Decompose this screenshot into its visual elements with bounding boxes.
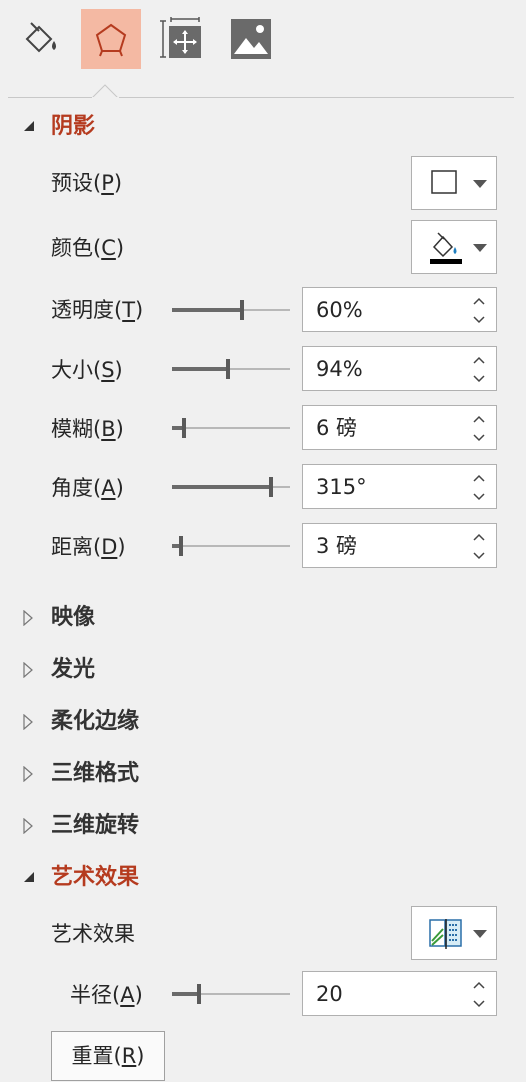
section-title: 三维格式 (51, 761, 140, 786)
blur-label: 模糊(B) (51, 417, 124, 441)
radius-slider[interactable] (172, 984, 290, 1004)
distance-spinner[interactable]: 3 磅 (302, 523, 497, 568)
spin-up-icon[interactable] (472, 980, 486, 990)
spin-up-icon[interactable] (472, 296, 486, 306)
radius-label: 半径(A) (70, 983, 143, 1007)
size-value[interactable]: 94% (316, 355, 363, 383)
collapsed-arrow-icon (23, 662, 33, 678)
section-title: 阴影 (51, 114, 96, 139)
size-slider[interactable] (172, 359, 290, 379)
effects-icon (95, 23, 127, 57)
distance-value[interactable]: 3 磅 (316, 532, 357, 560)
slider-thumb[interactable] (197, 984, 201, 1004)
spin-up-icon[interactable] (472, 414, 486, 424)
blur-spinner[interactable]: 6 磅 (302, 405, 497, 450)
transparency-value[interactable]: 60% (316, 296, 363, 324)
tab-picture[interactable] (221, 9, 281, 69)
collapsed-arrow-icon (23, 766, 33, 782)
spin-down-icon[interactable] (472, 433, 486, 443)
transparency-label: 透明度(T) (51, 298, 144, 322)
distance-label: 距离(D) (51, 535, 126, 559)
spin-down-icon[interactable] (472, 315, 486, 325)
size-properties-icon (160, 17, 201, 58)
shadow-preset-icon (431, 170, 457, 194)
spin-down-icon[interactable] (472, 374, 486, 384)
section-3d-rotation[interactable]: 三维旋转 (0, 806, 526, 846)
color-label: 颜色(C) (51, 236, 125, 260)
collapsed-arrow-icon (23, 610, 33, 626)
shadow-preset-dropdown[interactable] (411, 156, 497, 210)
slider-thumb[interactable] (182, 418, 186, 438)
slider-thumb[interactable] (226, 359, 230, 379)
size-label: 大小(S) (51, 358, 123, 382)
expanded-arrow-icon (24, 121, 34, 131)
spin-down-icon[interactable] (472, 551, 486, 561)
section-glow[interactable]: 发光 (0, 650, 526, 690)
transparency-spinner[interactable]: 60% (302, 287, 497, 332)
blur-value[interactable]: 6 磅 (316, 414, 357, 442)
artistic-effect-label: 艺术效果 (51, 922, 135, 946)
slider-thumb[interactable] (269, 477, 273, 497)
tab-size-properties[interactable] (151, 9, 211, 69)
format-pane-tabbar (0, 0, 526, 100)
section-reflection[interactable]: 映像 (0, 598, 526, 638)
angle-value[interactable]: 315° (316, 473, 367, 501)
chevron-down-icon (473, 180, 487, 188)
section-soft-edges[interactable]: 柔化边缘 (0, 702, 526, 742)
section-artistic-effects[interactable]: 艺术效果 (0, 858, 526, 898)
picture-icon (231, 19, 271, 59)
distance-slider[interactable] (172, 536, 290, 556)
section-3d-format[interactable]: 三维格式 (0, 754, 526, 794)
blur-slider[interactable] (172, 418, 290, 438)
chevron-down-icon (473, 244, 487, 252)
collapsed-arrow-icon (23, 818, 33, 834)
radius-spinner[interactable]: 20 (302, 971, 497, 1016)
section-title: 艺术效果 (51, 865, 140, 890)
slider-thumb[interactable] (240, 300, 244, 320)
size-spinner[interactable]: 94% (302, 346, 497, 391)
expanded-arrow-icon (24, 872, 34, 882)
slider-thumb[interactable] (179, 536, 183, 556)
tab-effects[interactable] (81, 9, 141, 69)
section-title: 柔化边缘 (51, 709, 140, 734)
collapsed-arrow-icon (23, 714, 33, 730)
radius-value[interactable]: 20 (316, 980, 343, 1008)
transparency-slider[interactable] (172, 300, 290, 320)
preset-label: 预设(P) (51, 171, 123, 195)
paint-bucket-icon (430, 232, 462, 264)
spin-up-icon[interactable] (472, 355, 486, 365)
section-title: 发光 (51, 657, 96, 682)
section-shadow[interactable]: 阴影 (0, 107, 526, 147)
spin-down-icon[interactable] (472, 492, 486, 502)
section-title: 三维旋转 (51, 813, 140, 838)
section-title: 映像 (51, 605, 96, 630)
spin-down-icon[interactable] (472, 999, 486, 1009)
tabbar-divider (8, 97, 514, 98)
chevron-down-icon (473, 930, 487, 938)
spin-up-icon[interactable] (472, 532, 486, 542)
angle-label: 角度(A) (51, 476, 124, 500)
tab-fill-line[interactable] (11, 9, 71, 69)
fill-line-icon (25, 22, 56, 53)
artistic-effect-dropdown[interactable] (411, 906, 497, 960)
artistic-effect-icon (429, 919, 462, 949)
reset-button[interactable]: 重置(R) (51, 1031, 165, 1081)
angle-spinner[interactable]: 315° (302, 464, 497, 509)
angle-slider[interactable] (172, 477, 290, 497)
spin-up-icon[interactable] (472, 473, 486, 483)
shadow-color-dropdown[interactable] (411, 220, 497, 274)
